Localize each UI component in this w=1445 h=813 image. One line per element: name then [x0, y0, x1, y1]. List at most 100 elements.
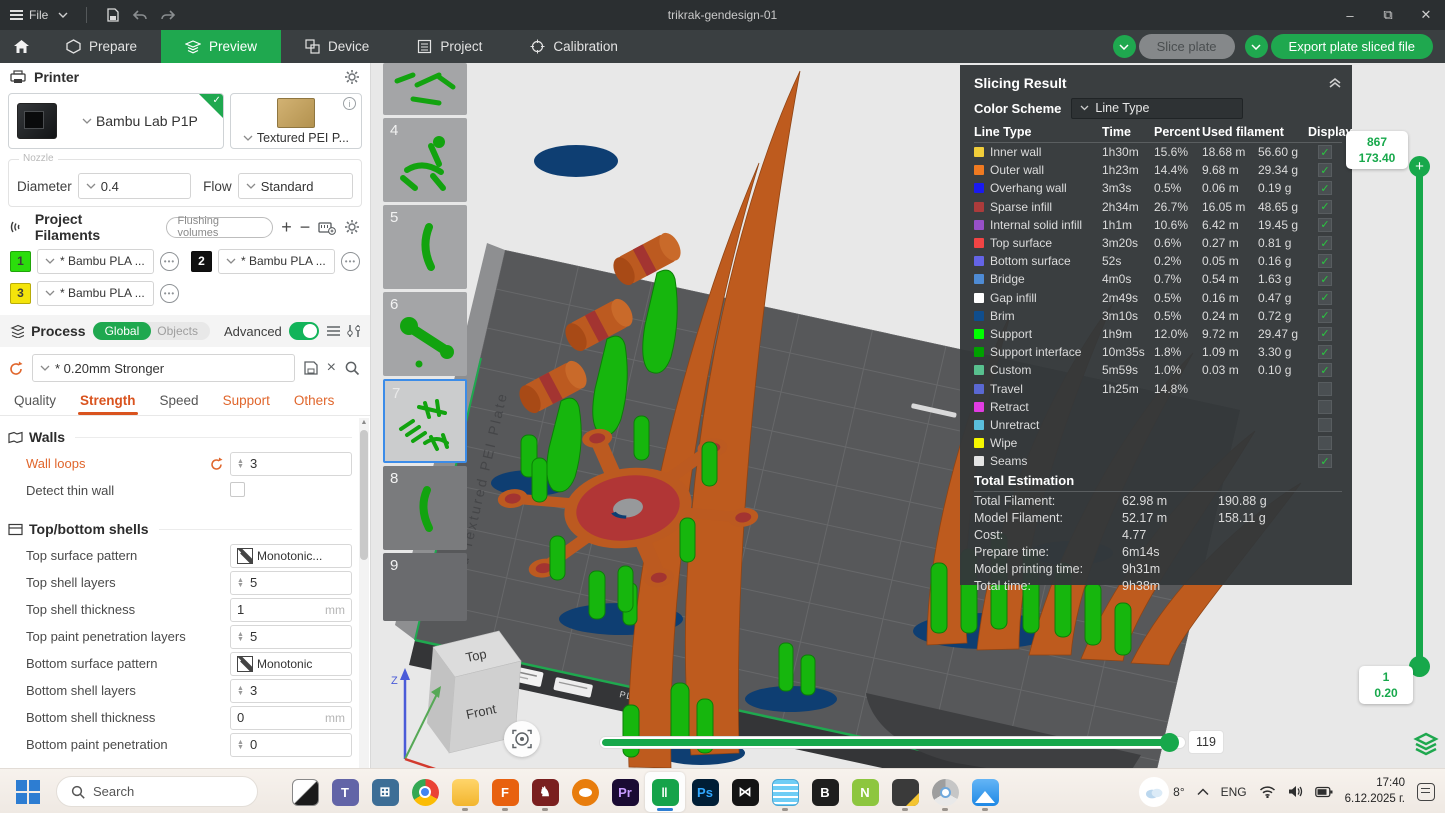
taskbar-chrome-icon[interactable]: [405, 772, 445, 812]
taskbar-notepadpp-icon[interactable]: N: [845, 772, 885, 812]
redo-icon[interactable]: [159, 8, 177, 22]
language-indicator[interactable]: ENG: [1221, 785, 1247, 799]
orbit-camera-button[interactable]: [504, 721, 540, 757]
display-checkbox[interactable]: ✓: [1318, 400, 1332, 414]
reset-preset-icon[interactable]: [8, 361, 24, 376]
wall-loops-reset-icon[interactable]: [209, 457, 224, 471]
plate-thumb-7-selected[interactable]: 7: [383, 379, 467, 463]
taskbar-photoshop-icon[interactable]: Ps: [685, 772, 725, 812]
process-objects-tab[interactable]: Objects: [151, 322, 210, 340]
tab-preview[interactable]: Preview: [161, 30, 281, 63]
top-shell-layers-stepper[interactable]: ▲▼5: [230, 571, 352, 595]
taskbar-fbx-app-icon[interactable]: F: [485, 772, 525, 812]
taskbar-photos-icon[interactable]: [965, 772, 1005, 812]
display-checkbox[interactable]: ✓: [1318, 163, 1332, 177]
tab-support[interactable]: Support: [211, 393, 282, 415]
taskbar-dark-app-icon[interactable]: B: [805, 772, 845, 812]
tab-prepare[interactable]: Prepare: [42, 30, 161, 63]
display-checkbox[interactable]: ✓: [1318, 436, 1332, 450]
save-preset-icon[interactable]: [303, 360, 319, 376]
plate-thumb-3[interactable]: [383, 63, 467, 115]
taskbar-capcut-icon[interactable]: ⋈: [725, 772, 765, 812]
scrollbar-thumb[interactable]: [360, 430, 368, 560]
display-checkbox[interactable]: ✓: [1318, 291, 1332, 305]
home-button[interactable]: [0, 30, 42, 63]
printer-settings-gear-icon[interactable]: [344, 69, 360, 85]
display-checkbox[interactable]: ✓: [1318, 181, 1332, 195]
flushing-volumes-button[interactable]: Flushing volumes: [166, 217, 273, 238]
taskbar-bambu-studio-icon[interactable]: ‖: [645, 772, 685, 812]
plate-thumb-9[interactable]: 9: [383, 553, 467, 621]
advanced-toggle[interactable]: [289, 322, 319, 340]
wifi-icon[interactable]: [1259, 785, 1276, 798]
plate-thumb-8[interactable]: 8: [383, 466, 467, 550]
taskbar-teams-icon[interactable]: T: [325, 772, 365, 812]
chevron-down-icon[interactable]: [58, 12, 68, 18]
undo-icon[interactable]: [131, 8, 149, 22]
taskbar-file-explorer-icon[interactable]: [445, 772, 485, 812]
filament-1-select[interactable]: * Bambu PLA ...: [37, 249, 154, 274]
tune-filter-icon[interactable]: [347, 324, 360, 338]
top-shell-thickness-input[interactable]: 1mm: [230, 598, 352, 622]
tab-calibration[interactable]: Calibration: [506, 30, 642, 63]
filament-1-menu-button[interactable]: •••: [160, 252, 179, 271]
step-slider-handle[interactable]: [1160, 733, 1179, 752]
display-checkbox[interactable]: ✓: [1318, 218, 1332, 232]
plate-type-selector[interactable]: i Textured PEI P...: [230, 93, 362, 149]
taskbar-premiere-icon[interactable]: Pr: [605, 772, 645, 812]
tab-speed[interactable]: Speed: [148, 393, 211, 415]
filament-1-color-swatch[interactable]: 1: [10, 251, 31, 272]
export-dropdown-button[interactable]: [1245, 35, 1268, 58]
filament-2-menu-button[interactable]: •••: [341, 252, 360, 271]
slice-plate-button[interactable]: Slice plate: [1139, 34, 1235, 59]
display-checkbox[interactable]: ✓: [1318, 382, 1332, 396]
wall-loops-stepper[interactable]: ▲▼ 3: [230, 452, 352, 476]
filament-3-select[interactable]: * Bambu PLA ...: [37, 281, 154, 306]
plate-thumb-4[interactable]: 4: [383, 118, 467, 202]
collapse-panel-icon[interactable]: [1328, 77, 1342, 89]
display-checkbox[interactable]: ✓: [1318, 309, 1332, 323]
display-checkbox[interactable]: ✓: [1318, 254, 1332, 268]
tab-others[interactable]: Others: [282, 393, 347, 415]
top-surface-pattern-select[interactable]: Monotonic...: [230, 544, 352, 568]
top-paint-penetration-stepper[interactable]: ▲▼5: [230, 625, 352, 649]
flow-select[interactable]: Standard: [238, 173, 353, 199]
tab-quality[interactable]: Quality: [2, 393, 68, 415]
notification-center-icon[interactable]: [1417, 783, 1435, 801]
filament-settings-gear-icon[interactable]: [344, 219, 360, 235]
display-checkbox[interactable]: ✓: [1318, 145, 1332, 159]
taskbar-weather-widget[interactable]: 8°: [1139, 777, 1184, 807]
display-checkbox[interactable]: ✓: [1318, 272, 1332, 286]
taskbar-clock[interactable]: 17:40 6.12.2025 г.: [1345, 776, 1405, 807]
restore-button[interactable]: ⧉: [1369, 0, 1407, 30]
tray-expand-chevron-icon[interactable]: [1197, 788, 1209, 796]
display-checkbox[interactable]: ✓: [1318, 345, 1332, 359]
minimize-button[interactable]: –: [1331, 0, 1369, 30]
bottom-paint-penetration-stepper[interactable]: ▲▼0: [230, 733, 352, 757]
close-button[interactable]: ✕: [1407, 0, 1445, 30]
diameter-select[interactable]: 0.4: [78, 173, 191, 199]
layers-view-icon[interactable]: [1413, 731, 1439, 757]
battery-icon[interactable]: [1315, 786, 1333, 798]
tab-device[interactable]: Device: [281, 30, 393, 63]
layer-slider-track[interactable]: [1416, 166, 1423, 666]
delete-preset-icon[interactable]: ×: [327, 359, 336, 377]
plate-thumb-6[interactable]: 6: [383, 292, 467, 376]
detect-thin-wall-checkbox[interactable]: [230, 482, 245, 497]
export-plate-button[interactable]: Export plate sliced file: [1271, 34, 1433, 59]
ams-sync-icon[interactable]: [318, 220, 336, 235]
add-filament-button[interactable]: +: [281, 217, 292, 238]
filament-2-select[interactable]: * Bambu PLA ...: [218, 249, 335, 274]
search-settings-icon[interactable]: [344, 360, 360, 376]
color-scheme-select[interactable]: Line Type: [1071, 98, 1243, 119]
display-checkbox[interactable]: ✓: [1318, 418, 1332, 432]
filament-2-color-swatch[interactable]: 2: [191, 251, 212, 272]
volume-icon[interactable]: [1288, 785, 1303, 798]
taskbar-notepad-icon[interactable]: [765, 772, 805, 812]
taskbar-calculator-icon[interactable]: ⊞: [365, 772, 405, 812]
file-menu-button[interactable]: File: [10, 8, 48, 22]
bottom-shell-layers-stepper[interactable]: ▲▼3: [230, 679, 352, 703]
tab-strength[interactable]: Strength: [68, 393, 148, 415]
params-scrollbar[interactable]: ▲ ▼: [359, 418, 369, 784]
display-checkbox[interactable]: ✓: [1318, 327, 1332, 341]
